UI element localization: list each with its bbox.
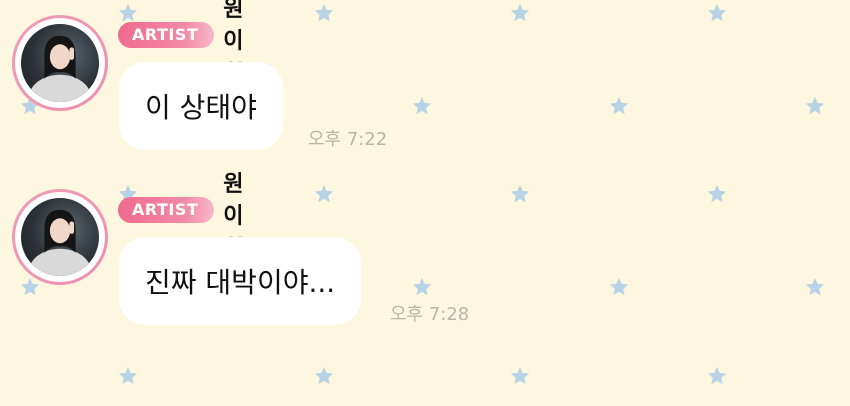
message-timestamp: 오후 7:28	[390, 304, 470, 325]
star-icon	[411, 95, 433, 117]
avatar-photo	[21, 198, 99, 276]
artist-badge: ARTIST	[118, 22, 215, 48]
star-icon	[608, 95, 630, 117]
star-icon	[706, 365, 728, 387]
message-timestamp: 오후 7:22	[308, 129, 388, 150]
artist-avatar[interactable]	[12, 189, 108, 285]
star-icon	[411, 276, 433, 298]
star-icon	[804, 276, 826, 298]
star-icon	[313, 365, 335, 387]
star-icon	[804, 95, 826, 117]
star-icon	[313, 183, 335, 205]
star-icon	[117, 365, 139, 387]
message-text: 진짜 대박이야...	[145, 266, 336, 299]
star-icon	[706, 2, 728, 24]
star-icon	[509, 365, 531, 387]
artist-badge: ARTIST	[118, 197, 215, 223]
star-icon	[608, 276, 630, 298]
avatar-photo	[21, 24, 99, 102]
message-bubble[interactable]: 이 상태야	[119, 62, 283, 150]
star-icon	[313, 2, 335, 24]
star-icon	[509, 183, 531, 205]
artist-avatar[interactable]	[12, 15, 108, 111]
message-text: 이 상태야	[145, 91, 257, 124]
star-icon	[706, 183, 728, 205]
star-icon	[509, 2, 531, 24]
message-bubble[interactable]: 진짜 대박이야...	[119, 237, 362, 325]
